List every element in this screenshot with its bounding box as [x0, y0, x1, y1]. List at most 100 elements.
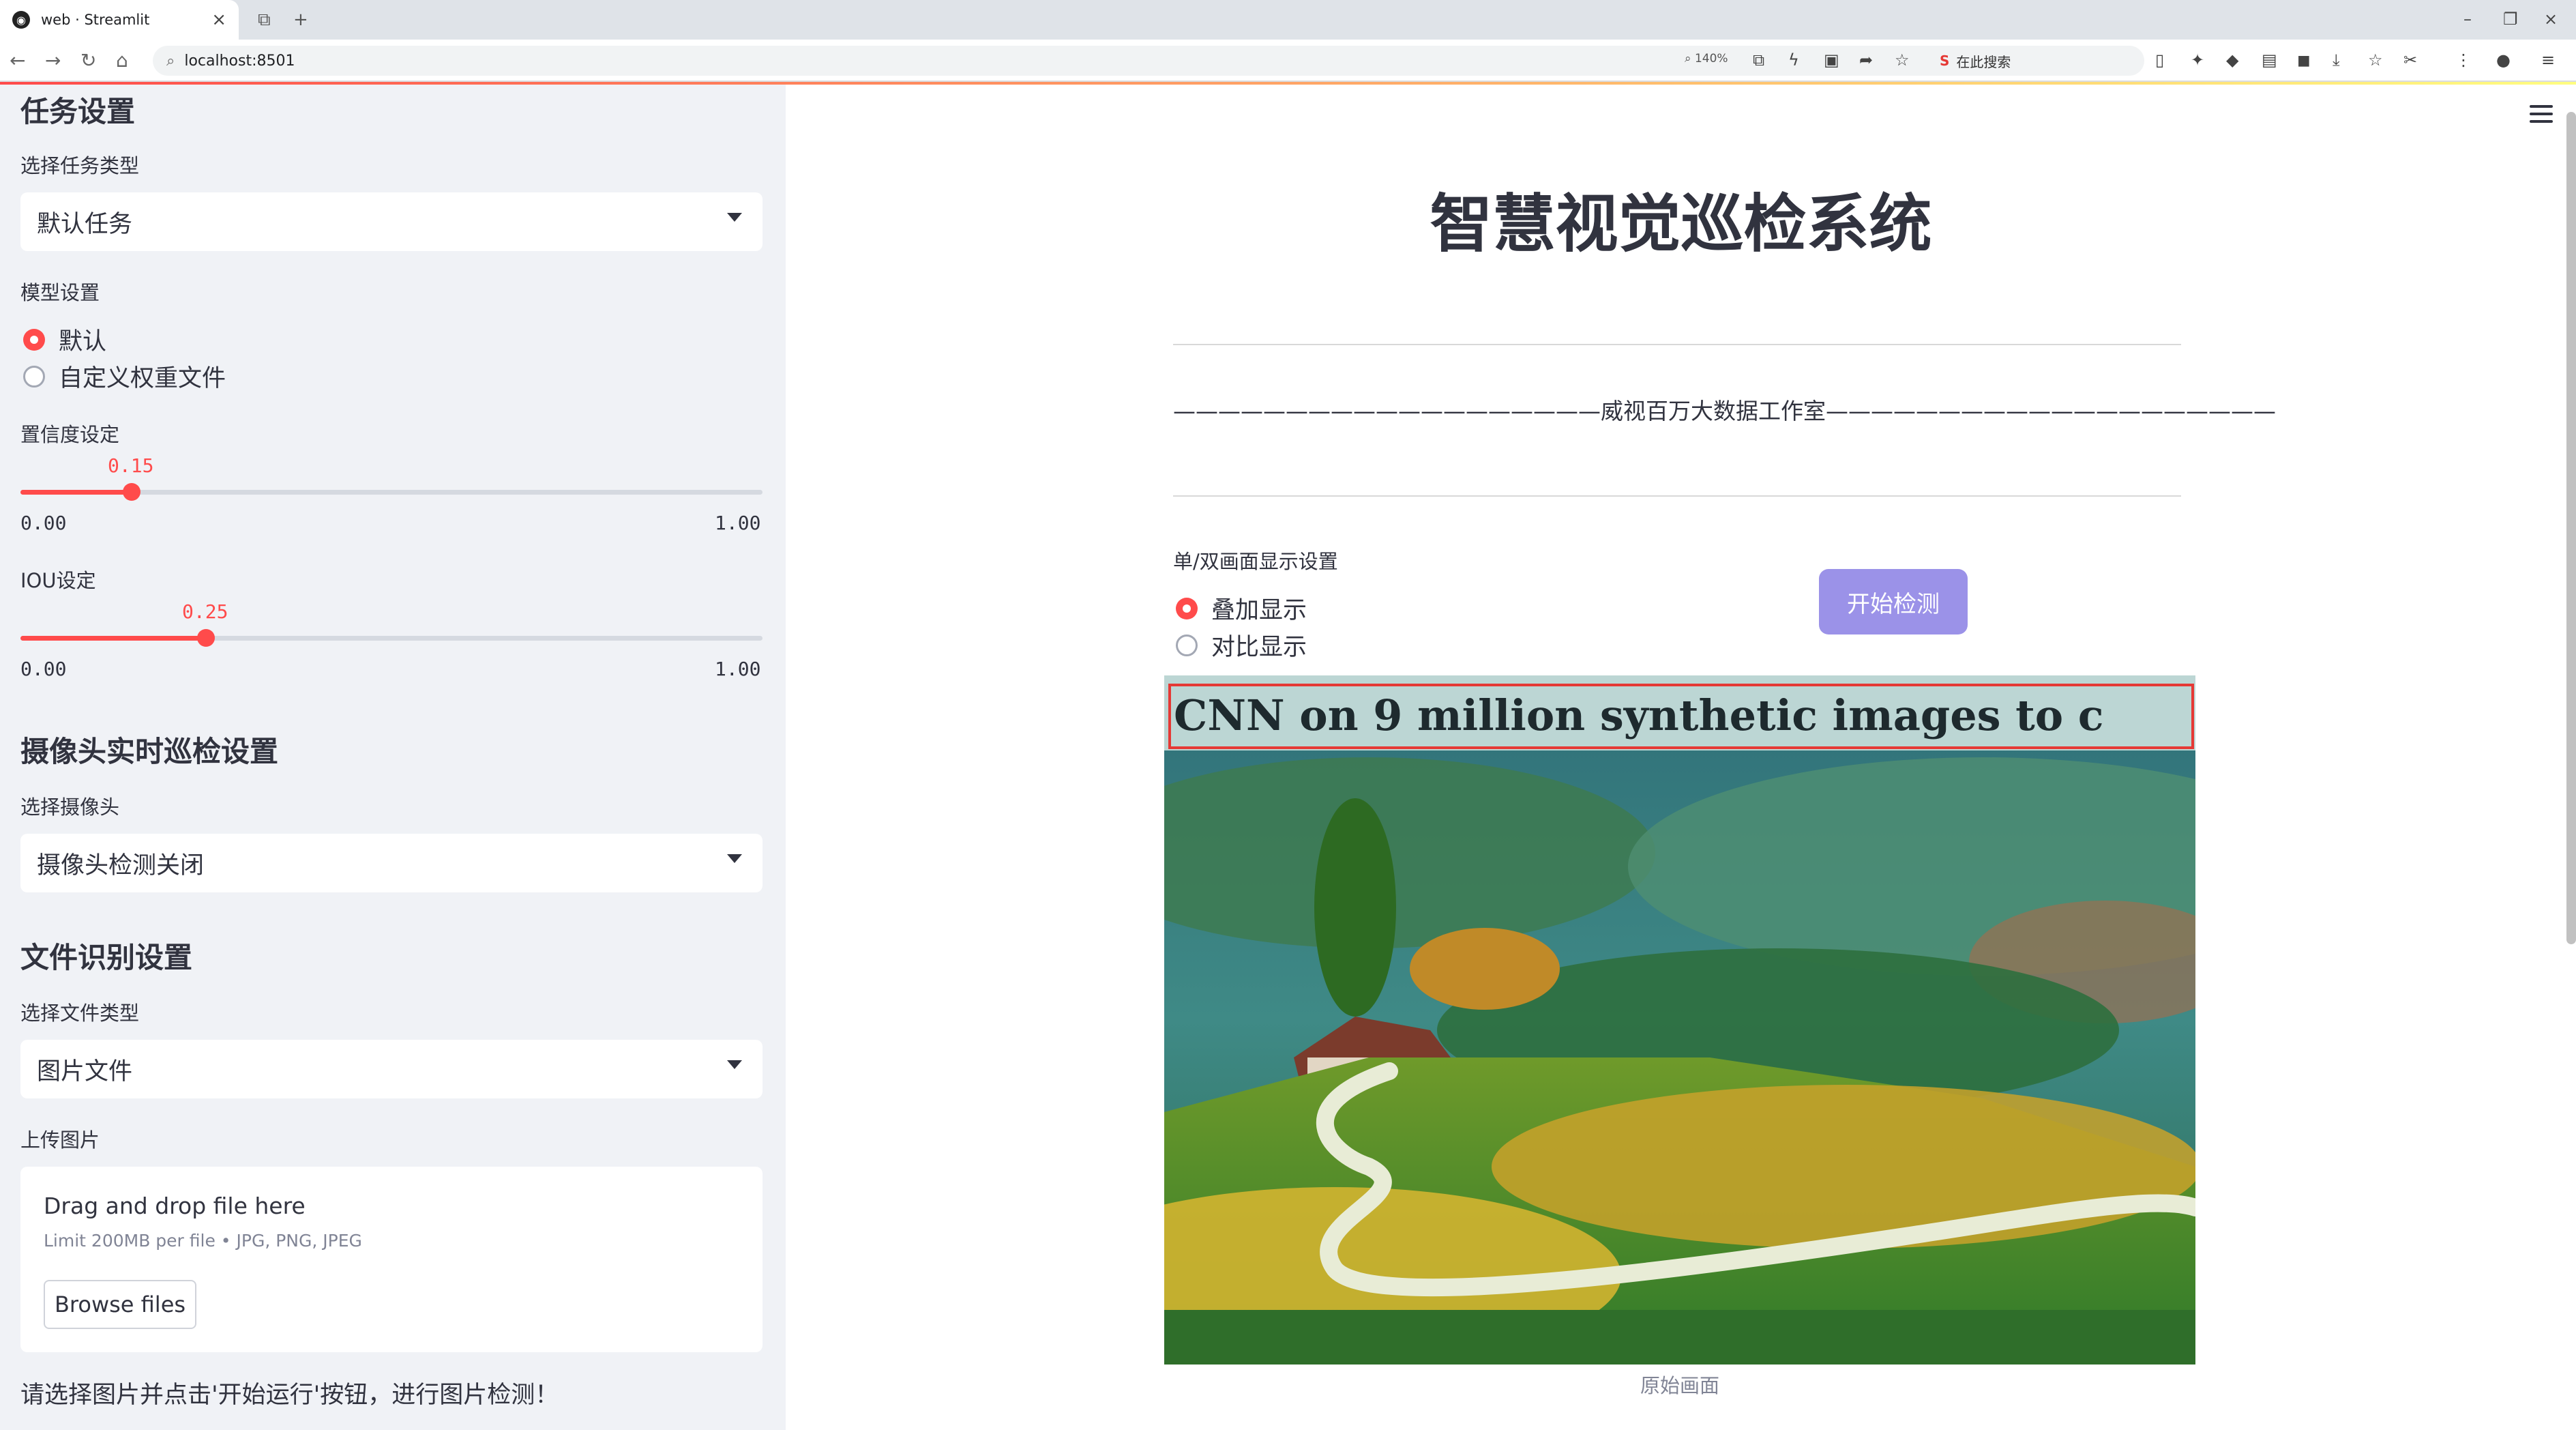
back-icon[interactable]: ←	[10, 48, 25, 74]
restore-icon[interactable]: ❐	[2503, 7, 2518, 31]
confidence-slider-fill	[20, 490, 132, 495]
radio-label: 默认	[59, 328, 107, 355]
file-settings-heading: 文件识别设置	[20, 941, 193, 974]
home-icon[interactable]: ⌂	[116, 48, 128, 74]
browse-files-button[interactable]: Browse files	[44, 1280, 196, 1329]
address-bar-row: ← → ↻ ⌂ ⌕ localhost:8501 ⌕ 140% ⧉ ϟ ▣ ➦ …	[0, 40, 2576, 82]
forward-icon[interactable]: →	[45, 48, 61, 74]
upload-hint: 请选择图片并点击'开始运行'按钮，进行图片检测！	[20, 1382, 559, 1409]
screenshot-icon[interactable]: ▣	[1824, 48, 1839, 72]
scissors-icon[interactable]: ✂	[2403, 48, 2417, 72]
download-icon[interactable]: ⤓	[2333, 48, 2340, 72]
zoom-value: 140%	[1694, 52, 1728, 65]
iou-slider-fill	[20, 636, 206, 641]
display-radio-compare[interactable]: 对比显示	[1176, 628, 1307, 662]
star-icon[interactable]: ☆	[1895, 48, 1910, 72]
main-content: 智慧视觉巡检系统 ———————————————————威视百万大数据工作室——…	[786, 85, 2576, 1430]
display-mode-label: 单/双画面显示设置	[1173, 550, 1338, 573]
confidence-label: 置信度设定	[20, 423, 120, 446]
search-placeholder: 在此搜索	[1956, 53, 2011, 70]
close-window-icon[interactable]: ×	[2544, 7, 2558, 31]
divider	[1173, 495, 2181, 497]
translate-icon[interactable]: ⧉	[1753, 48, 1764, 72]
radio-label: 自定义权重文件	[59, 365, 226, 392]
iou-max: 1.00	[715, 658, 761, 680]
confidence-value: 0.15	[108, 454, 154, 477]
start-detection-button[interactable]: 开始检测	[1819, 569, 1968, 634]
share-icon[interactable]: ➦	[1859, 48, 1873, 72]
model-radio-custom[interactable]: 自定义权重文件	[23, 359, 226, 394]
new-tab-icon[interactable]: +	[293, 8, 308, 31]
file-type-select[interactable]: 图片文件	[20, 1040, 763, 1098]
bookmark-icon[interactable]: ☆	[2368, 48, 2383, 72]
hamburger-menu-icon[interactable]	[2530, 105, 2553, 123]
url-text: localhost:8501	[184, 52, 295, 70]
radio-label: 对比显示	[1211, 634, 1307, 661]
browser-tab[interactable]: ◉ web · Streamlit ×	[0, 0, 239, 40]
url-field[interactable]: ⌕ localhost:8501	[153, 46, 2144, 76]
model-settings-label: 模型设置	[20, 281, 100, 304]
task-type-value: 默认任务	[37, 210, 133, 238]
radio-selected-icon	[1176, 597, 1198, 619]
file-dropzone[interactable]: Drag and drop file here Limit 200MB per …	[20, 1167, 763, 1352]
minimize-icon[interactable]: –	[2463, 7, 2472, 31]
iou-min: 0.00	[20, 658, 67, 680]
display-radio-overlay[interactable]: 叠加显示	[1176, 591, 1307, 626]
search-icon: ⌕	[166, 52, 175, 70]
extension-icon[interactable]: ▤	[2262, 48, 2277, 72]
radio-unselected-icon	[1176, 634, 1198, 656]
detection-image: CNN on 9 million synthetic images to c	[1164, 675, 2195, 1365]
dropzone-limit: Limit 200MB per file • JPG, PNG, JPEG	[44, 1231, 362, 1251]
reload-icon[interactable]: ↻	[80, 48, 96, 74]
zoom-icon: ⌕	[1685, 52, 1691, 65]
search-engine-field[interactable]: S 在此搜索	[1930, 48, 2135, 74]
iou-label: IOU设定	[20, 569, 96, 592]
iou-slider[interactable]	[20, 629, 763, 647]
radio-unselected-icon	[23, 365, 45, 388]
task-type-select[interactable]: 默认任务	[20, 192, 763, 251]
dropzone-text: Drag and drop file here	[44, 1193, 306, 1219]
upload-label: 上传图片	[20, 1128, 100, 1152]
iou-value: 0.25	[182, 600, 228, 623]
radio-label: 叠加显示	[1211, 597, 1307, 624]
close-tab-icon[interactable]: ×	[211, 10, 226, 30]
page-title: 智慧视觉巡检系统	[1430, 188, 1932, 261]
tab-groups-icon[interactable]: ⧉	[258, 8, 271, 31]
landscape-image: CNN on 9 million synthetic images to c	[1164, 675, 2195, 1365]
bolt-icon[interactable]: ϟ	[1788, 48, 1799, 72]
confidence-slider[interactable]	[20, 483, 763, 501]
studio-line: ———————————————————威视百万大数据工作室———————————…	[1173, 398, 2276, 424]
chevron-down-icon	[727, 854, 742, 863]
chevron-down-icon	[727, 213, 742, 222]
extension-icon[interactable]: ✦	[2191, 48, 2204, 72]
browser-tab-bar: ◉ web · Streamlit × ⧉ + – ❐ ×	[0, 0, 2576, 40]
extension-icon[interactable]: ◼	[2297, 48, 2311, 72]
iou-slider-thumb[interactable]	[197, 629, 215, 647]
chevron-down-icon	[727, 1060, 742, 1069]
radio-selected-icon	[23, 328, 45, 351]
image-caption: 原始画面	[1640, 1374, 1719, 1397]
search-engine-logo: S	[1940, 53, 1950, 69]
phone-icon[interactable]: ▯	[2155, 48, 2164, 72]
camera-settings-heading: 摄像头实时巡检设置	[20, 735, 279, 768]
zoom-level[interactable]: ⌕ 140%	[1685, 52, 1728, 65]
avatar[interactable]: ●	[2496, 48, 2511, 72]
confidence-max: 1.00	[715, 512, 761, 534]
confidence-slider-thumb[interactable]	[123, 483, 141, 501]
confidence-min: 0.00	[20, 512, 67, 534]
extension-icon[interactable]: ◆	[2226, 48, 2238, 72]
more-icon[interactable]: ⋮	[2455, 48, 2472, 72]
divider	[1173, 344, 2181, 345]
model-radio-default[interactable]: 默认	[23, 322, 106, 357]
task-settings-heading: 任务设置	[20, 95, 136, 128]
task-type-label: 选择任务类型	[20, 154, 140, 177]
file-type-label: 选择文件类型	[20, 1002, 140, 1025]
file-type-value: 图片文件	[37, 1057, 133, 1085]
menu-icon[interactable]: ≡	[2541, 48, 2555, 72]
tab-title: web · Streamlit	[41, 12, 150, 28]
camera-value: 摄像头检测关闭	[37, 851, 205, 879]
streamlit-icon: ◉	[12, 11, 30, 29]
image-text: CNN on 9 million synthetic images to c	[1174, 690, 2104, 740]
camera-label: 选择摄像头	[20, 796, 120, 819]
camera-select[interactable]: 摄像头检测关闭	[20, 834, 763, 892]
